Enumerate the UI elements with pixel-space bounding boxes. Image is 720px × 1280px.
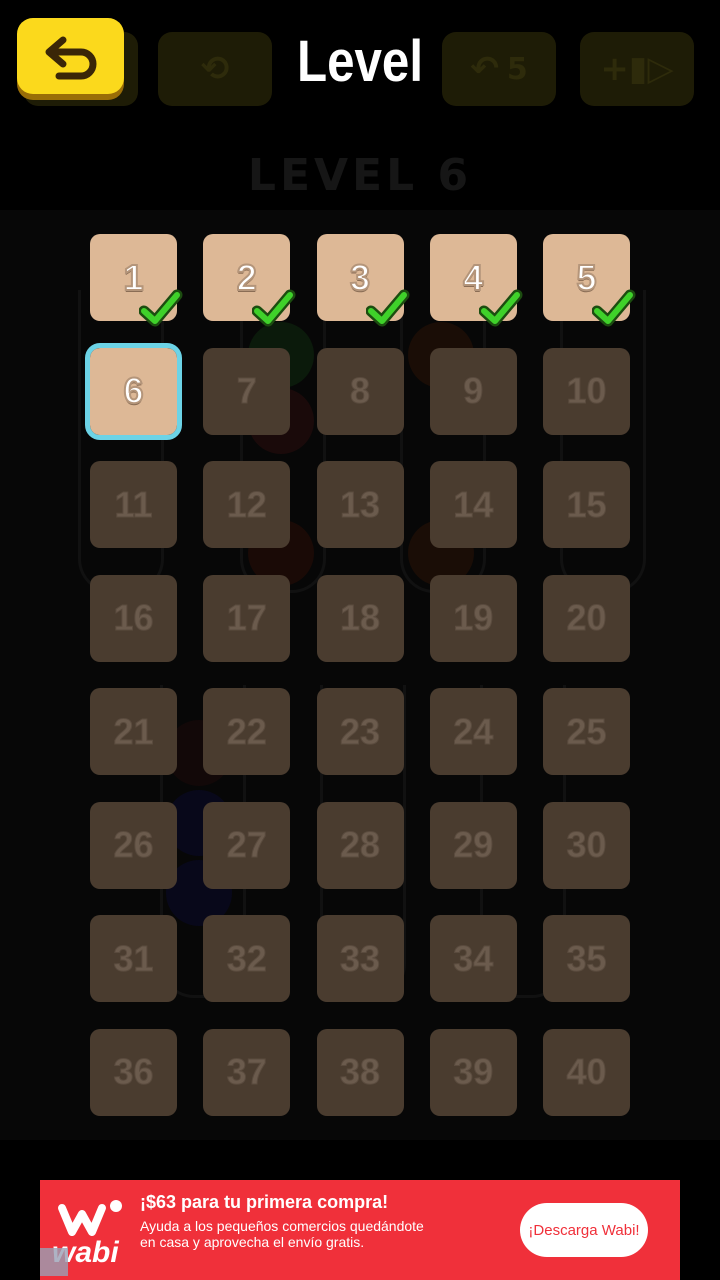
level-tile-4[interactable]: 4 bbox=[429, 234, 523, 327]
level-tile-17: 17 bbox=[203, 574, 291, 662]
level-tile-12: 12 bbox=[203, 461, 291, 548]
level-tile-39: 39 bbox=[429, 1028, 517, 1116]
level-tile-19: 19 bbox=[429, 574, 517, 662]
level-tile-36: 36 bbox=[90, 1028, 177, 1116]
level-number: 29 bbox=[453, 824, 494, 866]
level-number: 17 bbox=[226, 597, 267, 639]
level-tile-14: 14 bbox=[429, 461, 517, 548]
ad-download-button[interactable]: ¡Descarga Wabi! bbox=[520, 1203, 648, 1257]
level-tile-8: 8 bbox=[316, 347, 404, 435]
ad-body: Ayuda a los pequeños comercios quedándot… bbox=[140, 1218, 424, 1250]
level-number: 6 bbox=[122, 369, 144, 412]
level-tile-38: 38 bbox=[316, 1028, 404, 1116]
level-tile-23: 23 bbox=[316, 688, 404, 775]
level-number: 11 bbox=[114, 483, 153, 525]
level-number: 27 bbox=[226, 824, 267, 866]
level-number: 19 bbox=[453, 597, 494, 639]
level-number: 32 bbox=[226, 937, 267, 979]
level-tile-2[interactable]: 2 bbox=[203, 234, 296, 327]
level-number: 13 bbox=[339, 483, 381, 525]
ad-banner[interactable]: wabi ¡$63 para tu primera compra! Ayuda … bbox=[40, 1180, 680, 1280]
add-tube-video-icon: +▮▷ bbox=[580, 32, 694, 106]
level-number: 23 bbox=[339, 710, 381, 752]
level-number: 25 bbox=[566, 710, 607, 752]
level-number: 9 bbox=[463, 370, 484, 412]
level-number: 31 bbox=[113, 937, 154, 979]
level-tile-6[interactable]: 6 bbox=[85, 342, 182, 440]
level-number: 12 bbox=[226, 483, 267, 525]
level-tile-1[interactable]: 1 bbox=[90, 234, 183, 327]
level-tile-32: 32 bbox=[203, 915, 291, 1002]
level-number: 15 bbox=[566, 483, 607, 525]
level-number: 34 bbox=[453, 937, 494, 979]
level-tile-7: 7 bbox=[203, 347, 291, 435]
level-tile-30: 30 bbox=[543, 801, 630, 889]
level-tile-22: 22 bbox=[203, 688, 291, 775]
level-number: 24 bbox=[453, 710, 494, 752]
level-tile-33: 33 bbox=[316, 915, 404, 1002]
level-number: 16 bbox=[113, 597, 154, 639]
level-number: 40 bbox=[566, 1051, 607, 1093]
level-tile-11: 11 bbox=[90, 461, 177, 548]
level-tile-21: 21 bbox=[90, 688, 177, 775]
level-number: 26 bbox=[113, 824, 154, 866]
level-tile-18: 18 bbox=[316, 574, 404, 662]
level-tile-9: 9 bbox=[429, 347, 517, 435]
level-tile-28: 28 bbox=[316, 801, 404, 889]
checkmark-icon bbox=[478, 289, 523, 327]
level-number: 28 bbox=[339, 824, 381, 866]
level-tile-26: 26 bbox=[90, 801, 177, 889]
background-level-label: LEVEL 6 bbox=[247, 150, 473, 201]
level-number: 37 bbox=[226, 1051, 267, 1093]
level-tile-31: 31 bbox=[90, 915, 177, 1002]
level-number: 20 bbox=[566, 597, 607, 639]
ad-choices-icon[interactable] bbox=[40, 1248, 68, 1276]
level-tile-15: 15 bbox=[543, 461, 630, 548]
checkmark-icon bbox=[139, 289, 183, 327]
level-tile-25: 25 bbox=[543, 688, 630, 775]
page-title: Level bbox=[296, 29, 424, 94]
back-arrow-icon bbox=[45, 36, 96, 80]
level-tile-37: 37 bbox=[203, 1028, 291, 1116]
level-tile-16: 16 bbox=[90, 574, 177, 662]
level-tile-24: 24 bbox=[429, 688, 517, 775]
level-number: 21 bbox=[113, 710, 154, 752]
level-tile-20: 20 bbox=[543, 574, 630, 662]
level-number: 30 bbox=[566, 824, 607, 866]
level-tile-29: 29 bbox=[429, 801, 517, 889]
level-number: 39 bbox=[453, 1051, 494, 1093]
checkmark-icon bbox=[252, 289, 296, 327]
level-tile-5[interactable]: 5 bbox=[543, 234, 636, 327]
level-number: 8 bbox=[349, 370, 371, 412]
level-tile-10: 10 bbox=[543, 347, 630, 435]
ad-title: ¡$63 para tu primera compra! bbox=[140, 1192, 389, 1212]
level-number: 18 bbox=[339, 597, 381, 639]
level-number: 10 bbox=[566, 370, 607, 412]
level-number: 7 bbox=[236, 370, 257, 412]
level-number: 35 bbox=[566, 937, 607, 979]
level-tile-40: 40 bbox=[543, 1028, 630, 1116]
level-tile-34: 34 bbox=[429, 915, 517, 1002]
level-number: 33 bbox=[339, 937, 381, 979]
level-number: 38 bbox=[339, 1051, 381, 1093]
level-number: 36 bbox=[113, 1051, 154, 1093]
level-tile-3[interactable]: 3 bbox=[316, 234, 409, 327]
level-tile-35: 35 bbox=[543, 915, 630, 1002]
undo-count: 5 bbox=[506, 51, 528, 87]
checkmark-icon bbox=[365, 289, 409, 327]
checkmark-icon bbox=[592, 289, 636, 327]
level-tile-13: 13 bbox=[316, 461, 404, 548]
back-button[interactable] bbox=[17, 18, 124, 94]
level-number: 14 bbox=[453, 483, 494, 525]
level-grid: 1 2 3 4 5 6 7 8 9 10 11 12 13 14 15 16 17 18 19 20 21 22 23 24 2… bbox=[85, 234, 636, 1116]
level-number: 22 bbox=[226, 710, 267, 752]
level-tile-27: 27 bbox=[203, 801, 291, 889]
